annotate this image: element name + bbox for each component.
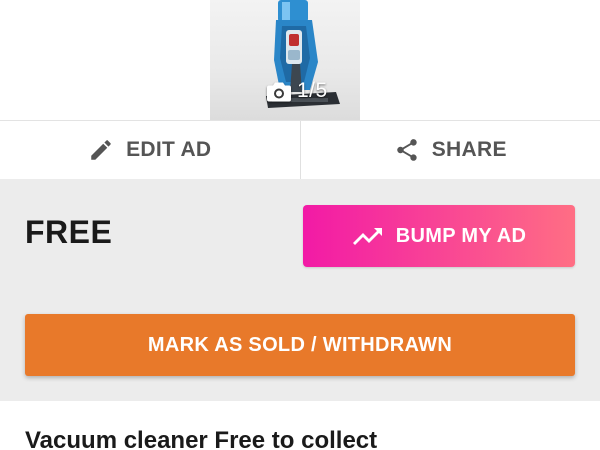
share-label: SHARE bbox=[431, 138, 507, 161]
share-icon bbox=[396, 139, 417, 161]
edit-ad-label: EDIT AD bbox=[126, 138, 212, 161]
bump-my-ad-label: BUMP MY AD bbox=[395, 224, 527, 247]
bump-my-ad-button[interactable]: BUMP MY AD bbox=[303, 205, 575, 267]
ad-action-bar: EDIT AD SHARE bbox=[0, 120, 600, 180]
camera-icon bbox=[267, 82, 291, 101]
photo-counter: 1/5 bbox=[267, 79, 328, 103]
mark-as-sold-label: MARK AS SOLD / WITHDRAWN bbox=[147, 333, 453, 356]
ad-detail-screen: 1/5 EDIT AD SHARE FREE BUMP MY AD MARK A… bbox=[0, 0, 600, 450]
edit-ad-button[interactable]: EDIT AD bbox=[0, 121, 300, 179]
trending-up-icon bbox=[352, 228, 382, 245]
ad-title: Vacuum cleaner Free to collect bbox=[25, 427, 378, 450]
photo-gallery[interactable]: 1/5 bbox=[0, 0, 600, 120]
photo-counter-text: 1/5 bbox=[297, 79, 328, 102]
share-button[interactable]: SHARE bbox=[299, 121, 600, 179]
pencil-icon bbox=[91, 140, 111, 160]
mark-as-sold-button[interactable]: MARK AS SOLD / WITHDRAWN bbox=[25, 314, 575, 376]
ad-price: FREE bbox=[25, 214, 113, 250]
